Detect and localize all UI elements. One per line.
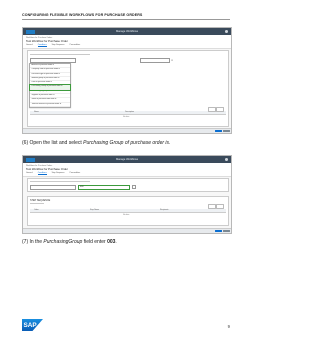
tab-precondition[interactable]: Precondition: [70, 172, 81, 175]
caption-emphasis: Purchasing Group of purchase order is: [83, 140, 170, 146]
condition-dropdown-list: Amount of purchase order is Company code…: [29, 63, 71, 108]
screenshot-step-6: Manage Workflows Workflows for Purchase …: [22, 27, 232, 134]
condition-value-field[interactable]: [140, 58, 170, 64]
sap-logo: SAP: [22, 319, 43, 331]
step-sequence-panel: STEP SEQUENCE Order Step Name Recipients…: [27, 196, 229, 226]
checkbox[interactable]: [132, 185, 137, 190]
add-button[interactable]: [208, 204, 216, 209]
caption-suffix: .: [169, 140, 171, 146]
tab-precondition[interactable]: Precondition: [70, 44, 81, 47]
object-header: Workflows for Purchase Orders Test Workf…: [23, 163, 231, 178]
column-header: Name: [34, 111, 39, 114]
save-button[interactable]: [215, 129, 222, 133]
shell-bar: Manage Workflows: [23, 156, 231, 163]
tab-step-sequence[interactable]: Step Sequence: [52, 44, 65, 47]
user-avatar[interactable]: [225, 30, 228, 33]
column-header: Description: [125, 111, 134, 114]
cancel-button[interactable]: [222, 129, 230, 133]
object-header: Workflows for Purchase Orders Test Workf…: [23, 35, 231, 50]
column-header: Recipients: [160, 209, 169, 212]
page-number: 9: [227, 324, 230, 329]
caption-suffix: .: [115, 239, 117, 245]
tab-conditions[interactable]: Conditions: [37, 44, 47, 48]
steps-label: [30, 203, 44, 205]
user-avatar[interactable]: [225, 158, 228, 161]
tab-bar: General Conditions Step Sequence Precond…: [26, 44, 228, 48]
save-button[interactable]: [215, 229, 222, 233]
no-data-text: No data: [123, 214, 130, 216]
cancel-button[interactable]: [222, 229, 230, 233]
shell-title: Manage Workflows: [115, 157, 138, 161]
tab-step-sequence[interactable]: Step Sequence: [52, 172, 65, 175]
footer-toolbar: [23, 228, 231, 233]
caption-emphasis: PurchasingGroup: [43, 239, 83, 245]
caption-text: (7) In the: [22, 239, 44, 245]
table-header: Order Step Name Recipients: [30, 209, 226, 213]
header-divider: [22, 19, 230, 20]
section-title: STEP SEQUENCE: [30, 198, 51, 202]
list-item[interactable]: Total net amount of purchase order is: [30, 103, 70, 107]
screenshot-step-7: Manage Workflows Workflows for Purchase …: [22, 155, 232, 234]
step-6-caption: (6) Open the list and select Purchasing …: [22, 140, 230, 146]
document-header: CONFIGURING FLEXIBLE WORKFLOWS FOR PURCH…: [22, 13, 143, 17]
step-7-caption: (7) In the PurchasingGroup field enter 0…: [22, 239, 230, 245]
tab-general[interactable]: General: [26, 44, 33, 47]
condition-field[interactable]: [30, 184, 76, 190]
instruction-text: [30, 181, 90, 183]
object-title: Test Workflow for Purchase Order: [26, 167, 68, 172]
field-value: 003: [80, 185, 84, 188]
caption-text-mid: field enter: [82, 239, 108, 245]
add-button[interactable]: [208, 107, 216, 112]
object-title: Test Workflow for Purchase Order: [26, 39, 68, 44]
tab-bar: General Conditions Step Sequence Precond…: [26, 172, 228, 176]
caption-text: (6) Open the list and select: [22, 140, 84, 146]
shell-bar: Manage Workflows: [23, 28, 231, 35]
value-help-icon[interactable]: ⊙: [171, 59, 173, 62]
column-header: Step Name: [90, 209, 99, 212]
shell-title: Manage Workflows: [115, 29, 138, 33]
column-header: Order: [34, 209, 39, 212]
purchasing-group-field[interactable]: 003: [78, 184, 130, 190]
footer-toolbar: [23, 128, 231, 133]
remove-button[interactable]: [216, 107, 224, 112]
remove-button[interactable]: [216, 204, 224, 209]
tab-conditions[interactable]: Conditions: [37, 172, 47, 176]
sap-logo-text: SAP: [24, 322, 38, 329]
no-data-text: No data: [123, 115, 130, 118]
tab-general[interactable]: General: [26, 172, 33, 175]
table-header: Name Description: [30, 111, 226, 115]
conditions-panel: 003: [27, 178, 229, 192]
instruction-text: [30, 54, 90, 56]
